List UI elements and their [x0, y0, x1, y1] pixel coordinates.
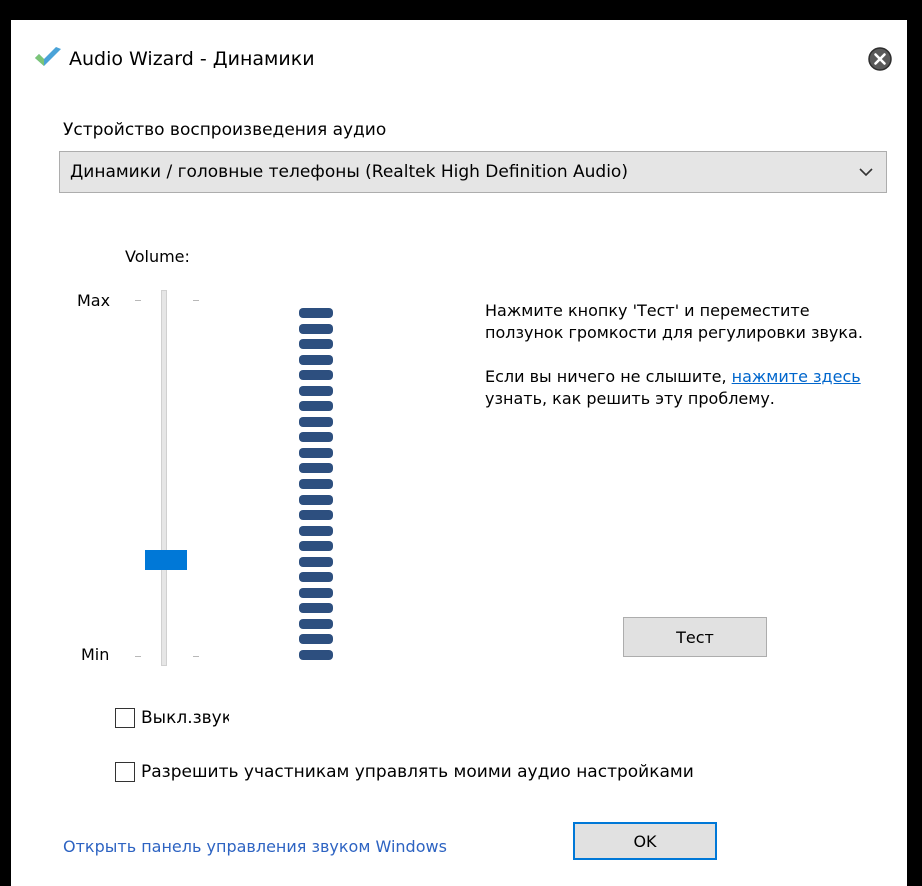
- level-meter-segment: [299, 526, 333, 536]
- troubleshoot-link[interactable]: нажмите здесь: [732, 367, 861, 386]
- selected-device: Динамики / головные телефоны (Realtek Hi…: [70, 162, 628, 182]
- test-button[interactable]: Тест: [623, 617, 767, 657]
- level-meter-segment: [299, 557, 333, 567]
- level-meter-segment: [299, 510, 333, 520]
- level-meter-segment: [299, 355, 333, 365]
- level-meter-segment: [299, 619, 333, 629]
- playback-device-select[interactable]: Динамики / головные телефоны (Realtek Hi…: [59, 151, 887, 193]
- level-meter-segment: [299, 339, 333, 349]
- volume-label: Volume:: [125, 247, 190, 266]
- slider-tick-max-left: [135, 300, 141, 301]
- level-meter-segment: [299, 386, 333, 396]
- windows-sound-panel-link[interactable]: Открыть панель управления звуком Windows: [63, 836, 447, 858]
- audio-wizard-window: Audio Wizard - Динамики Устройство воспр…: [11, 20, 907, 886]
- allow-control-checkbox-label: Разрешить участникам управлять моими ауд…: [141, 762, 694, 782]
- level-meter-segment: [299, 634, 333, 644]
- level-meter-segment: [299, 541, 333, 551]
- allow-control-checkbox[interactable]: [115, 762, 135, 782]
- instructions-text: Нажмите кнопку 'Тест' и переместите полз…: [485, 300, 885, 410]
- ok-button[interactable]: OK: [573, 822, 717, 860]
- close-icon[interactable]: [867, 46, 893, 72]
- level-meter-segment: [299, 650, 333, 660]
- level-meter-segment: [299, 603, 333, 613]
- playback-device-label: Устройство воспроизведения аудио: [63, 120, 387, 140]
- volume-slider-thumb[interactable]: [145, 550, 187, 570]
- mute-checkbox-row[interactable]: Выкл.звук: [115, 706, 229, 730]
- title-bar: Audio Wizard - Динамики: [11, 20, 907, 92]
- window-title: Audio Wizard - Динамики: [69, 48, 315, 70]
- level-meter-segment: [299, 370, 333, 380]
- slider-tick-min-right: [193, 656, 199, 657]
- allow-control-checkbox-row[interactable]: Разрешить участникам управлять моими ауд…: [115, 760, 694, 784]
- chevron-down-icon: [859, 168, 873, 177]
- volume-max-label: Max: [77, 291, 111, 310]
- level-meter-segment: [299, 432, 333, 442]
- audio-level-meter: [299, 308, 333, 660]
- instructions-paragraph-test: Нажмите кнопку 'Тест' и переместите полз…: [485, 301, 863, 342]
- level-meter-segment: [299, 588, 333, 598]
- mute-checkbox[interactable]: [115, 708, 135, 728]
- help-text-suffix: узнать, как решить эту проблему.: [485, 389, 775, 408]
- instructions-paragraph-help: Если вы ничего не слышите, нажмите здесь…: [485, 366, 885, 410]
- level-meter-segment: [299, 572, 333, 582]
- level-meter-segment: [299, 463, 333, 473]
- slider-tick-min-left: [135, 656, 141, 657]
- level-meter-segment: [299, 308, 333, 318]
- level-meter-segment: [299, 324, 333, 334]
- level-meter-segment: [299, 448, 333, 458]
- slider-tick-max-right: [193, 300, 199, 301]
- help-text-prefix: Если вы ничего не слышите,: [485, 367, 732, 386]
- volume-slider-track[interactable]: [161, 290, 167, 666]
- volume-min-label: Min: [81, 645, 110, 664]
- level-meter-segment: [299, 417, 333, 427]
- app-logo-icon: [35, 47, 61, 66]
- level-meter-segment: [299, 401, 333, 411]
- level-meter-segment: [299, 479, 333, 489]
- level-meter-segment: [299, 495, 333, 505]
- mute-checkbox-label: Выкл.звук: [141, 708, 229, 728]
